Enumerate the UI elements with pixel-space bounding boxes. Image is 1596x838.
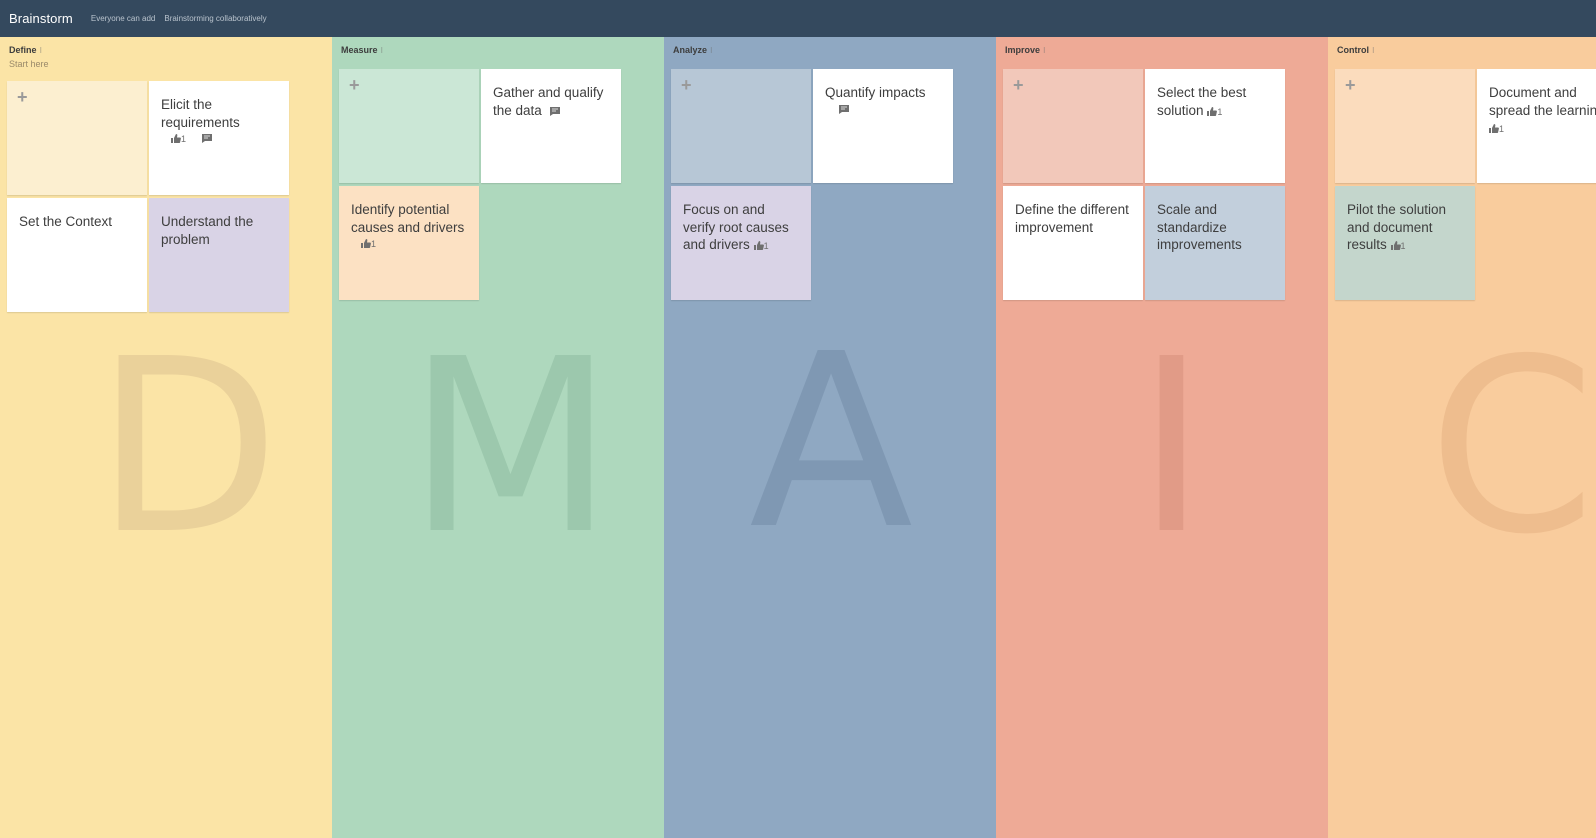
column-header-improve[interactable]: Improve ⁝ xyxy=(1005,45,1046,55)
column-watermark-letter: M xyxy=(407,307,615,587)
card-text: Focus on and verify root causes and driv… xyxy=(683,202,789,252)
column-define: D Define ⁝ Start here + Elicit the requir… xyxy=(0,37,332,838)
top-bar: Brainstorm Everyone can add Brainstormin… xyxy=(0,0,1596,37)
thumbs-up-icon[interactable] xyxy=(1390,239,1401,257)
plus-icon: + xyxy=(681,75,692,95)
add-card-button[interactable]: + xyxy=(1335,69,1475,183)
card-reactions: 1 xyxy=(753,238,769,257)
card[interactable]: Elicit the requirements 1 xyxy=(149,81,289,195)
card-text: Select the best solution xyxy=(1157,85,1247,118)
plus-icon: + xyxy=(349,75,360,95)
card-text: Understand the problem xyxy=(161,214,254,247)
card[interactable]: Pilot the solution and document results … xyxy=(1335,186,1475,300)
column-watermark-letter: I xyxy=(1136,307,1207,587)
like-count: 1 xyxy=(763,241,769,251)
column-header-define[interactable]: Define ⁝ xyxy=(9,45,42,55)
column-measure: M Measure ⁝ + Gather and qualify the data… xyxy=(332,37,664,838)
column-title: Analyze xyxy=(673,45,708,55)
card-text: Identify potential causes and drivers xyxy=(351,202,465,235)
board: D Define ⁝ Start here + Elicit the requir… xyxy=(0,37,1596,838)
column-subtitle: Start here xyxy=(9,59,49,69)
comment-icon[interactable] xyxy=(549,105,560,123)
card[interactable]: Gather and qualify the data xyxy=(481,69,621,183)
column-title: Measure xyxy=(341,45,378,55)
column-watermark-letter: D xyxy=(95,307,280,587)
comment-icon[interactable] xyxy=(202,132,213,150)
column-title: Improve xyxy=(1005,45,1041,55)
column-menu-icon[interactable]: ⁝ xyxy=(710,46,713,55)
like-count: 1 xyxy=(1400,241,1406,251)
column-watermark-letter: A xyxy=(749,302,914,582)
thumbs-up-icon[interactable] xyxy=(171,132,181,150)
column-title: Define xyxy=(9,45,37,55)
add-card-button[interactable]: + xyxy=(7,81,147,195)
card-reactions: 1 xyxy=(161,131,277,150)
column-header-control[interactable]: Control ⁝ xyxy=(1337,45,1375,55)
card-reactions xyxy=(825,102,941,121)
card[interactable]: Scale and standardize improvements xyxy=(1145,186,1285,300)
plus-icon: + xyxy=(1345,75,1356,95)
column-title: Control xyxy=(1337,45,1369,55)
column-menu-icon[interactable]: ⁝ xyxy=(1372,46,1375,55)
board-mode-status[interactable]: Brainstorming collaboratively xyxy=(164,14,266,23)
card[interactable]: Document and spread the learning 1 xyxy=(1477,69,1596,183)
add-card-button[interactable]: + xyxy=(339,69,479,183)
card-text: Elicit the requirements xyxy=(161,97,240,130)
thumbs-up-icon[interactable] xyxy=(1207,105,1218,123)
column-improve: I Improve ⁝ + Select the best solution 1 … xyxy=(996,37,1328,838)
thumbs-up-icon[interactable] xyxy=(361,237,371,255)
card[interactable]: Identify potential causes and drivers 1 xyxy=(339,186,479,300)
permission-status[interactable]: Everyone can add xyxy=(91,14,156,23)
column-menu-icon[interactable]: ⁝ xyxy=(381,46,384,55)
card-reactions: 1 xyxy=(1489,121,1504,140)
column-menu-icon[interactable]: ⁝ xyxy=(40,46,43,55)
column-analyze: A Analyze ⁝ + Quantify impacts Focus on a… xyxy=(664,37,996,838)
thumbs-up-icon[interactable] xyxy=(753,239,764,257)
column-control: C Control ⁝ + Document and spread the lea… xyxy=(1328,37,1596,838)
plus-icon: + xyxy=(1013,75,1024,95)
card-reactions: 1 xyxy=(1390,238,1406,257)
card[interactable]: Define the different improvement xyxy=(1003,186,1143,300)
card-text: Document and spread the learning xyxy=(1489,85,1596,118)
card-reactions: 1 xyxy=(351,236,467,255)
plus-icon: + xyxy=(17,87,28,107)
comment-icon[interactable] xyxy=(839,103,849,121)
app-title[interactable]: Brainstorm xyxy=(9,11,73,26)
like-count: 1 xyxy=(1499,124,1505,134)
card[interactable]: Understand the problem xyxy=(149,198,289,312)
column-header-analyze[interactable]: Analyze ⁝ xyxy=(673,45,713,55)
column-watermark-letter: C xyxy=(1428,307,1596,587)
card[interactable]: Set the Context xyxy=(7,198,147,312)
card-reactions xyxy=(546,104,560,123)
card-reactions: 1 xyxy=(1207,104,1222,123)
like-count: 1 xyxy=(181,134,187,144)
card-text: Quantify impacts xyxy=(825,85,926,100)
card[interactable]: Select the best solution 1 xyxy=(1145,69,1285,183)
column-header-measure[interactable]: Measure ⁝ xyxy=(341,45,383,55)
thumbs-up-icon[interactable] xyxy=(1489,122,1499,140)
card[interactable]: Focus on and verify root causes and driv… xyxy=(671,186,811,300)
card-text: Define the different improvement xyxy=(1015,202,1129,235)
card-text: Scale and standardize improvements xyxy=(1157,202,1242,252)
card-text: Set the Context xyxy=(19,214,113,229)
add-card-button[interactable]: + xyxy=(1003,69,1143,183)
like-count: 1 xyxy=(371,239,377,249)
like-count: 1 xyxy=(1217,106,1223,117)
add-card-button[interactable]: + xyxy=(671,69,811,183)
card[interactable]: Quantify impacts xyxy=(813,69,953,183)
column-menu-icon[interactable]: ⁝ xyxy=(1043,46,1046,55)
